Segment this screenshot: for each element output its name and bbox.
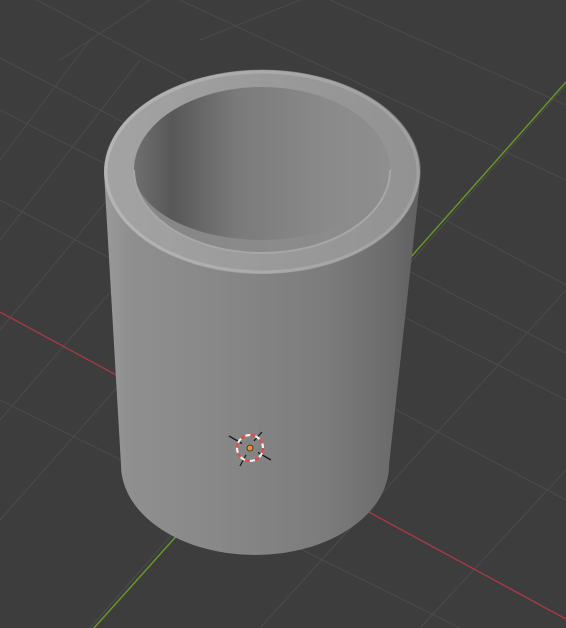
grid-line (59, 0, 151, 61)
3d-viewport[interactable] (0, 0, 566, 628)
viewport-canvas[interactable] (0, 0, 566, 628)
grid-line (329, 0, 566, 106)
grid-line (199, 0, 301, 41)
y-axis-line-lower (93, 531, 181, 628)
object-origin-dot (246, 444, 254, 452)
y-axis-line-upper (409, 81, 566, 259)
grid-line (419, 469, 566, 628)
cylinder-object[interactable] (104, 69, 421, 555)
